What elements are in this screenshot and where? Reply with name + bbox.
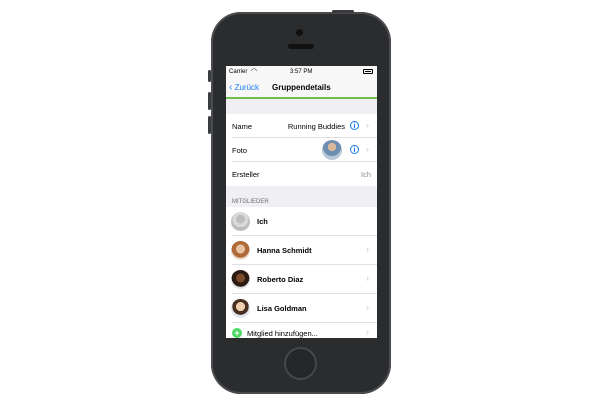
creator-value: Ich xyxy=(360,170,371,179)
name-row[interactable]: Name Running Buddies i › xyxy=(226,114,377,138)
battery-icon xyxy=(363,69,373,74)
home-button[interactable] xyxy=(284,347,317,380)
photo-row[interactable]: Foto i › xyxy=(226,138,377,162)
status-bar: Carrier ◠ 3:57 PM xyxy=(226,66,377,78)
phone-screen: Carrier ◠ 3:57 PM ‹ Zurück Gruppendetail… xyxy=(226,66,377,338)
navigation-bar: ‹ Zurück Gruppendetails xyxy=(226,78,377,97)
chevron-right-icon: › xyxy=(366,273,369,283)
member-name: Roberto Diaz xyxy=(257,275,304,284)
member-name: Ich xyxy=(257,217,268,226)
sleep-button xyxy=(332,10,354,13)
name-value: Running Buddies xyxy=(287,122,345,131)
member-row[interactable]: Hanna Schmidt › xyxy=(226,236,377,265)
chevron-right-icon: › xyxy=(366,302,369,312)
photo-label: Foto xyxy=(232,146,248,155)
nav-divider-line xyxy=(226,97,377,99)
members-section-header: MITGLIEDER xyxy=(232,199,269,205)
info-icon[interactable]: i xyxy=(350,121,359,130)
member-row[interactable]: Roberto Diaz › xyxy=(226,265,377,294)
carrier-label: Carrier xyxy=(229,69,248,75)
front-camera xyxy=(296,29,303,36)
avatar xyxy=(231,212,250,231)
member-name: Lisa Goldman xyxy=(257,304,307,313)
member-row[interactable]: Lisa Goldman › xyxy=(226,294,377,323)
avatar xyxy=(231,241,250,260)
member-name: Hanna Schmidt xyxy=(257,246,312,255)
status-time: 3:57 PM xyxy=(290,69,313,75)
group-photo[interactable] xyxy=(322,140,342,160)
name-label: Name xyxy=(232,122,253,131)
back-button[interactable]: ‹ Zurück xyxy=(229,82,259,93)
earpiece-speaker xyxy=(288,44,314,49)
add-member-label: Mitglied hinzufügen... xyxy=(247,329,318,338)
wifi-icon: ◠ xyxy=(251,68,258,75)
chevron-left-icon: ‹ xyxy=(229,82,233,93)
creator-label: Ersteller xyxy=(232,170,260,179)
back-label: Zurück xyxy=(234,83,260,92)
add-member-row[interactable]: + Mitglied hinzufügen... › xyxy=(226,323,377,338)
add-icon: + xyxy=(232,328,242,338)
details-group: Name Running Buddies i › Foto i › Erstel… xyxy=(226,114,377,186)
mute-switch xyxy=(208,70,211,82)
avatar xyxy=(231,270,250,289)
chevron-right-icon: › xyxy=(366,144,369,154)
members-group: Ich Hanna Schmidt › Roberto Diaz › Lisa … xyxy=(226,207,377,338)
avatar xyxy=(231,299,250,318)
chevron-right-icon: › xyxy=(366,120,369,130)
volume-up-button xyxy=(208,92,211,110)
member-row[interactable]: Ich xyxy=(226,207,377,236)
info-icon[interactable]: i xyxy=(350,145,359,154)
creator-row: Ersteller Ich xyxy=(226,162,377,186)
chevron-right-icon: › xyxy=(366,327,369,337)
volume-down-button xyxy=(208,116,211,134)
chevron-right-icon: › xyxy=(366,244,369,254)
page-title: Gruppendetails xyxy=(272,83,331,92)
